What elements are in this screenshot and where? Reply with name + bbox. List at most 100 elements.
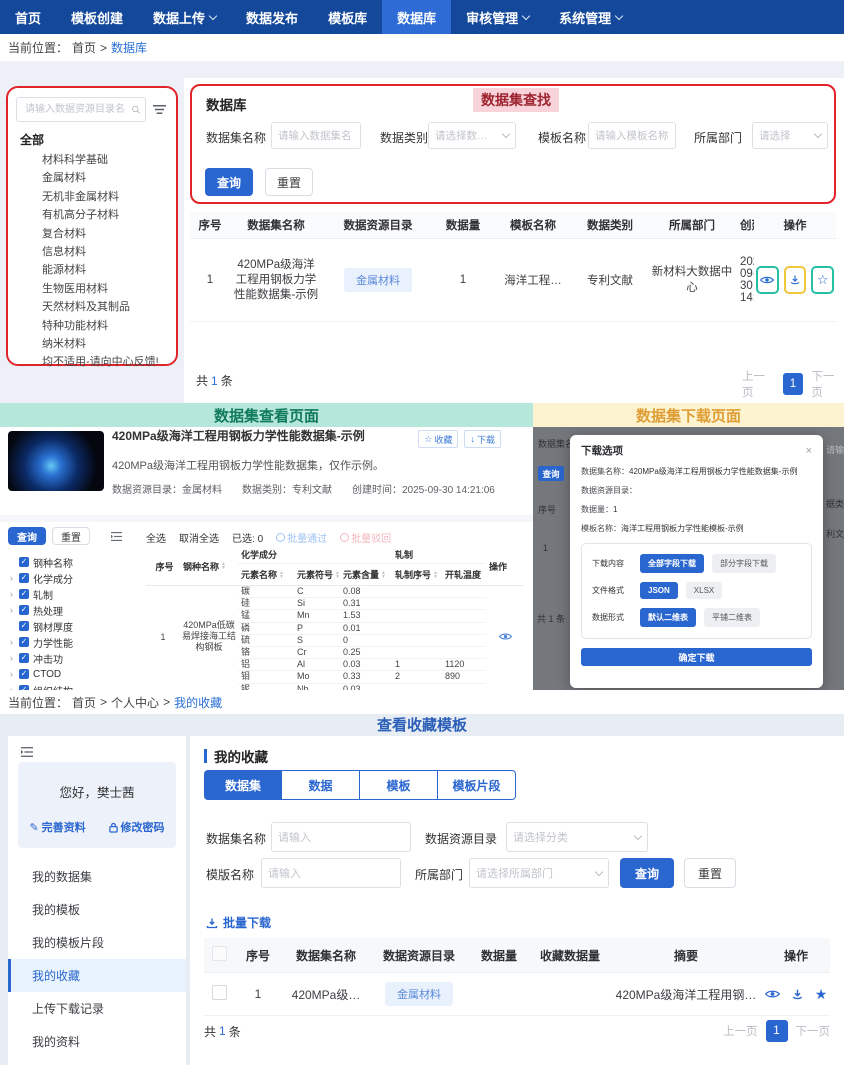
catalog-select[interactable]: 请选择分类 xyxy=(506,822,648,852)
nav-item-audit[interactable]: 审核管理 xyxy=(451,0,544,34)
collapse-icon[interactable] xyxy=(110,531,123,542)
current-page-button[interactable]: 1 xyxy=(766,1020,788,1042)
reset-button[interactable]: 重置 xyxy=(52,527,90,545)
expand-caret-icon[interactable]: › xyxy=(8,653,15,663)
data-category-select[interactable]: 请选择数… xyxy=(428,122,516,149)
option-all-fields[interactable]: 全部字段下载 xyxy=(640,554,704,573)
nav-item-data-publish[interactable]: 数据发布 xyxy=(231,0,313,34)
category-item[interactable]: 特种功能材料 xyxy=(42,317,168,335)
batch-download-link[interactable]: 批量下载 xyxy=(206,914,271,931)
option-json[interactable]: JSON xyxy=(640,582,678,599)
tab-template-fragments[interactable]: 模板片段 xyxy=(438,770,516,800)
next-page-button[interactable]: 下一页 xyxy=(796,1023,831,1039)
category-search-field[interactable] xyxy=(23,103,131,116)
select-all-checkbox[interactable] xyxy=(212,946,227,961)
template-name-input[interactable]: 请输入模板名称 xyxy=(588,122,676,149)
category-item[interactable]: 天然材料及其制品 xyxy=(42,298,168,316)
expand-caret-icon[interactable]: › xyxy=(8,589,15,599)
download-button[interactable]: ↓下载 xyxy=(464,430,501,448)
category-item[interactable]: 信息材料 xyxy=(42,243,168,261)
dataset-name-input[interactable]: 请输入数据集名 xyxy=(271,122,361,149)
collapse-icon[interactable] xyxy=(20,746,34,758)
checkbox-checked-icon[interactable]: ✓ xyxy=(19,621,29,631)
eye-icon[interactable] xyxy=(499,632,512,641)
category-item[interactable]: 有机高分子材料 xyxy=(42,206,168,224)
nav-item-database[interactable]: 数据库 xyxy=(382,0,451,34)
batch-approve-link[interactable]: 批量通过 xyxy=(276,530,327,545)
field-checkbox-row[interactable]: › ✓ 化学成分 xyxy=(8,570,138,586)
change-password-link[interactable]: 修改密码 xyxy=(109,819,165,835)
checkbox-checked-icon[interactable]: ✓ xyxy=(19,669,29,679)
sidebar-item-my-templates[interactable]: 我的模板 xyxy=(8,893,186,926)
field-checkbox-row[interactable]: ✓ 钢种名称 xyxy=(8,554,138,570)
option-partial-fields[interactable]: 部分字段下载 xyxy=(712,554,776,573)
category-item[interactable]: 能源材料 xyxy=(42,261,168,279)
category-item[interactable]: 复合材料 xyxy=(42,225,168,243)
option-default-table[interactable]: 默认二维表 xyxy=(640,608,696,627)
favorite-button[interactable]: ☆收藏 xyxy=(418,430,458,448)
sidebar-item-my-datasets[interactable]: 我的数据集 xyxy=(8,860,186,893)
expand-caret-icon[interactable]: › xyxy=(8,573,15,583)
option-xlsx[interactable]: XLSX xyxy=(686,582,722,599)
close-icon[interactable]: × xyxy=(806,445,812,457)
search-button[interactable]: 查询 xyxy=(620,858,674,888)
field-checkbox-row[interactable]: › ✓ 力学性能 xyxy=(8,634,138,650)
sidebar-item-my-profile[interactable]: 我的资料 xyxy=(8,1025,186,1058)
download-button[interactable] xyxy=(784,266,807,294)
dataset-name-input[interactable]: 请输入 xyxy=(271,822,411,852)
search-button[interactable]: 查询 xyxy=(8,527,46,545)
nav-item-template-create[interactable]: 模板创建 xyxy=(56,0,138,34)
template-name-input[interactable]: 请输入 xyxy=(261,858,401,888)
tab-templates[interactable]: 模板 xyxy=(360,770,438,800)
sidebar-item-my-template-fragments[interactable]: 我的模板片段 xyxy=(8,926,186,959)
sort-icon[interactable]: ▲▼ xyxy=(381,571,386,579)
view-button[interactable] xyxy=(765,989,780,999)
nav-item-home[interactable]: 首页 xyxy=(0,0,56,34)
filter-icon[interactable] xyxy=(152,103,167,116)
edit-profile-link[interactable]: ✎完善资料 xyxy=(29,819,85,835)
cancel-all-link[interactable]: 取消全选 xyxy=(179,530,219,545)
option-flat-table[interactable]: 平铺二维表 xyxy=(704,608,760,627)
dataset-name-cell[interactable]: 420MPa级海洋工程用钢板力学性能数据集-示例 xyxy=(230,239,322,322)
sidebar-item-upload-download-history[interactable]: 上传下载记录 xyxy=(8,992,186,1025)
checkbox-checked-icon[interactable]: ✓ xyxy=(19,589,29,599)
checkbox-checked-icon[interactable]: ✓ xyxy=(19,573,29,583)
field-checkbox-row[interactable]: › ✓ CTOD xyxy=(8,666,138,682)
checkbox-checked-icon[interactable]: ✓ xyxy=(19,557,29,567)
field-checkbox-row[interactable]: › ✓ 组织结构 xyxy=(8,682,138,690)
prev-page-button[interactable]: 上一页 xyxy=(742,368,775,400)
expand-caret-icon[interactable]: › xyxy=(8,669,15,679)
row-checkbox[interactable] xyxy=(212,985,227,1000)
expand-caret-icon[interactable]: › xyxy=(8,605,15,615)
download-button[interactable] xyxy=(791,988,804,1001)
sidebar-item-my-favorites[interactable]: 我的收藏 xyxy=(8,959,186,992)
dataset-name-cell[interactable]: 420MPa级… xyxy=(282,973,370,1016)
field-checkbox-row[interactable]: › ✓ 冲击功 xyxy=(8,650,138,666)
breadcrumb-home[interactable]: 首页 xyxy=(72,39,96,56)
nav-item-system[interactable]: 系统管理 xyxy=(544,0,637,34)
search-button[interactable]: 查询 xyxy=(205,168,253,196)
department-select[interactable]: 请选择 xyxy=(752,122,828,149)
category-item[interactable]: 材料科学基础 xyxy=(42,151,168,169)
select-all-link[interactable]: 全选 xyxy=(146,530,166,545)
batch-reject-link[interactable]: 批量驳回 xyxy=(340,530,391,545)
breadcrumb-home[interactable]: 首页 xyxy=(72,694,96,711)
tab-data[interactable]: 数据 xyxy=(282,770,360,800)
department-select[interactable]: 请选择所属部门 xyxy=(469,858,609,888)
star-filled-icon[interactable]: ★ xyxy=(815,986,828,1003)
category-item[interactable]: 无机非金属材料 xyxy=(42,188,168,206)
confirm-download-button[interactable]: 确定下载 xyxy=(581,648,812,666)
sort-icon[interactable]: ▲▼ xyxy=(221,562,226,570)
tab-datasets[interactable]: 数据集 xyxy=(204,770,282,800)
view-button[interactable] xyxy=(756,266,779,294)
checkbox-checked-icon[interactable]: ✓ xyxy=(19,605,29,615)
nav-item-template-library[interactable]: 模板库 xyxy=(313,0,382,34)
next-page-button[interactable]: 下一页 xyxy=(811,368,844,400)
category-item[interactable]: 均不适用-请向中心反馈! xyxy=(42,353,168,371)
expand-caret-icon[interactable]: › xyxy=(8,637,15,647)
category-root[interactable]: 全部 xyxy=(20,131,168,148)
reset-button[interactable]: 重置 xyxy=(265,168,313,196)
category-item[interactable]: 纳米材料 xyxy=(42,335,168,353)
field-checkbox-row[interactable]: › ✓ 热处理 xyxy=(8,602,138,618)
reset-button[interactable]: 重置 xyxy=(684,858,736,888)
